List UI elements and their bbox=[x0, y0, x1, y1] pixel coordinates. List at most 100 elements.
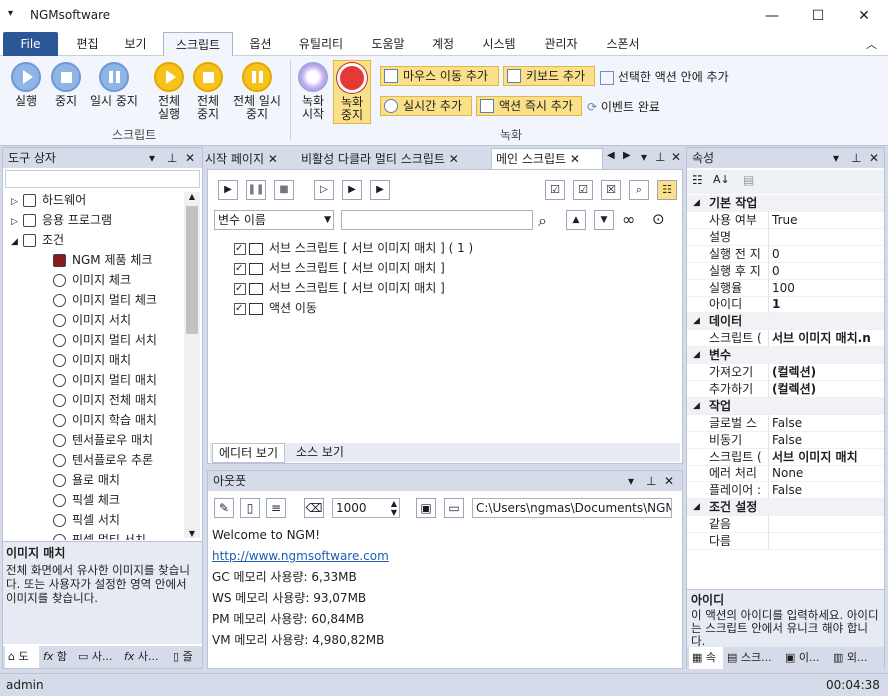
add-in-selected-button[interactable]: 선택한 액션 안에 추가 bbox=[600, 68, 729, 85]
tab-properties[interactable]: ▦ 속 bbox=[689, 647, 723, 669]
property-row[interactable]: 비동기 False bbox=[687, 431, 884, 449]
script-row[interactable]: ✓ 서브 스크립트 [ 서브 이미지 매치 ] bbox=[234, 278, 674, 298]
checkbox-checked-icon[interactable]: ✓ bbox=[234, 242, 246, 255]
toolbox-item[interactable]: 욜로 매치 bbox=[3, 470, 183, 490]
tab-external[interactable]: ▥ 외... bbox=[833, 647, 868, 669]
tab-multi-script[interactable]: 비활성 다클라 멀티 스크립트 ✕ bbox=[301, 149, 493, 169]
collapse-icon[interactable]: ◢ bbox=[693, 499, 700, 516]
toolbox-item[interactable]: 이미지 멀티 매치 bbox=[3, 370, 183, 390]
list-icon[interactable]: ≡ bbox=[266, 498, 286, 518]
close-icon[interactable]: ✕ bbox=[185, 148, 195, 168]
tab-source-view[interactable]: 소스 보기 bbox=[292, 443, 348, 461]
toolbox-item[interactable]: 픽셀 서치 bbox=[3, 510, 183, 530]
record-start-button[interactable]: 녹화 시작 bbox=[296, 62, 330, 121]
log-link[interactable]: http://www.ngmsoftware.com bbox=[212, 546, 672, 567]
property-row[interactable]: 가져오기 (컬렉션) bbox=[687, 364, 884, 381]
toolbox-item[interactable]: 이미지 서치 bbox=[3, 310, 183, 330]
toolbox-item[interactable]: 텐서플로우 추론 bbox=[3, 450, 183, 470]
realtime-add-button[interactable]: 실시간 추가 bbox=[380, 96, 472, 116]
tab-functions[interactable]: fx 함 bbox=[43, 646, 67, 668]
dropdown-icon[interactable]: ▾ bbox=[628, 471, 634, 491]
script-row[interactable]: ✓ 서브 스크립트 [ 서브 이미지 매치 ] ( 1 ) bbox=[234, 238, 674, 258]
tab-main-script[interactable]: 메인 스크립트 ✕ bbox=[491, 148, 603, 170]
categorized-icon[interactable]: ☷ bbox=[692, 173, 703, 187]
tab-sponsor[interactable]: 스폰서 bbox=[597, 32, 649, 56]
sort-az-icon[interactable]: A↓ bbox=[713, 173, 730, 186]
toolbox-scrollbar[interactable]: ▲ ▼ bbox=[184, 192, 200, 538]
property-row[interactable]: 실행율 100 bbox=[687, 279, 884, 297]
stop-button[interactable]: 중지 bbox=[48, 62, 84, 108]
tree-icon[interactable]: ☷ bbox=[657, 180, 677, 200]
property-row[interactable]: 스크립트 (서브 이미지 매치.n bbox=[687, 330, 884, 348]
tab-system[interactable]: 시스템 bbox=[473, 32, 525, 56]
mouse-move-add-button[interactable]: 마우스 이동 추가 bbox=[380, 66, 499, 86]
pause-icon[interactable]: ❚❚ bbox=[246, 180, 266, 200]
property-row[interactable]: 추가하기 (컬렉션) bbox=[687, 380, 884, 398]
system-menu-icon[interactable]: ▾ bbox=[8, 8, 13, 19]
dropdown-icon[interactable]: ▾ bbox=[149, 148, 155, 168]
toolbox-item[interactable]: 이미지 체크 bbox=[3, 270, 183, 290]
toolbox-item[interactable]: ◢ 조건 bbox=[3, 230, 183, 250]
toolbox-item[interactable]: 텐서플로우 매치 bbox=[3, 430, 183, 450]
property-row[interactable]: 글로벌 스 False bbox=[687, 414, 884, 432]
spin-icon[interactable]: ▲ ▼ bbox=[391, 499, 397, 517]
tab-toolbox[interactable]: ⌂ 도 bbox=[5, 646, 39, 668]
collapse-icon[interactable]: ◢ bbox=[693, 195, 700, 212]
run-all-button[interactable]: 전체 실행 bbox=[151, 62, 187, 121]
run-button[interactable]: 실행 bbox=[6, 62, 46, 108]
action-now-add-button[interactable]: 액션 즉시 추가 bbox=[476, 96, 582, 116]
property-row[interactable]: 에러 처리 None bbox=[687, 465, 884, 483]
checkbox-checked-icon[interactable]: ✓ bbox=[234, 282, 246, 295]
toolbox-item[interactable]: NGM 제품 체크 bbox=[3, 250, 183, 270]
property-row[interactable]: 실행 전 지0 bbox=[687, 245, 884, 263]
property-row[interactable]: 설명 bbox=[687, 228, 884, 246]
search-icon[interactable]: ⌕ bbox=[629, 180, 649, 200]
tab-utility[interactable]: 유틸리티 bbox=[288, 32, 354, 56]
property-row[interactable]: 아이디 1 bbox=[687, 296, 884, 314]
tab-images[interactable]: ▣ 이... bbox=[785, 647, 820, 669]
pause-button[interactable]: 일시 중지 bbox=[86, 62, 142, 108]
tab-list-icon[interactable]: ▾ bbox=[641, 150, 647, 164]
play-icon[interactable]: ▶ bbox=[218, 180, 238, 200]
tab-account[interactable]: 계정 bbox=[420, 32, 466, 56]
expand-icon[interactable]: ▷ bbox=[11, 192, 23, 212]
prev-icon[interactable]: ▲ bbox=[566, 210, 586, 230]
tab-help[interactable]: 도움말 bbox=[362, 32, 414, 56]
property-category[interactable]: ◢ 작업 bbox=[687, 397, 884, 415]
property-category[interactable]: ◢ 조건 설정 bbox=[687, 499, 884, 517]
property-row[interactable]: 플레이어 : False bbox=[687, 482, 884, 500]
property-category[interactable]: ◢ 데이터 bbox=[687, 313, 884, 331]
toolbox-item[interactable]: ▷ 하드웨어 bbox=[3, 190, 183, 210]
toolbox-item[interactable]: 이미지 매치 bbox=[3, 350, 183, 370]
keyboard-add-button[interactable]: 키보드 추가 bbox=[503, 66, 595, 86]
tab-user-2[interactable]: fx 사... bbox=[124, 646, 159, 668]
collapse-ribbon-icon[interactable]: ︿ bbox=[866, 36, 877, 52]
property-category[interactable]: ◢ 변수 bbox=[687, 347, 884, 365]
scroll-thumb[interactable] bbox=[186, 206, 198, 334]
close-tab-icon[interactable]: ✕ bbox=[570, 152, 580, 166]
toolbox-item[interactable]: 픽셀 멀티 서치 bbox=[3, 530, 183, 540]
step-into-icon[interactable]: ▶ bbox=[342, 180, 362, 200]
property-row[interactable]: 실행 후 지0 bbox=[687, 262, 884, 280]
variable-select[interactable]: 변수 이름 ▼ bbox=[214, 210, 334, 230]
scroll-down-icon[interactable]: ▼ bbox=[184, 529, 200, 538]
dropdown-icon[interactable]: ▾ bbox=[833, 148, 839, 168]
close-icon[interactable]: ✕ bbox=[664, 471, 674, 491]
collapse-icon[interactable]: ◢ bbox=[693, 398, 700, 415]
close-tab-icon[interactable]: ✕ bbox=[268, 152, 278, 166]
pin-icon[interactable]: ⊥ bbox=[167, 148, 177, 168]
tab-right-icon[interactable]: ▶ bbox=[623, 150, 631, 161]
uncheck-icon[interactable]: ☒ bbox=[601, 180, 621, 200]
tab-left-icon[interactable]: ◀ bbox=[607, 150, 615, 161]
event-done-button[interactable]: ⟳ 이벤트 완료 bbox=[587, 98, 660, 115]
clean-icon[interactable]: ✎ bbox=[214, 498, 234, 518]
toolbox-item[interactable]: 이미지 전체 매치 bbox=[3, 390, 183, 410]
property-row[interactable]: 스크립트 (서브 이미지 매치 bbox=[687, 448, 884, 466]
pin-icon[interactable]: ⊥ bbox=[646, 471, 656, 491]
property-row[interactable]: 같음 bbox=[687, 516, 884, 534]
pause-all-button[interactable]: 전체 일시 중지 bbox=[229, 62, 285, 121]
tab-user-1[interactable]: ▭ 사... bbox=[78, 646, 113, 668]
log-path-field[interactable]: C:\Users\ngmas\Documents\NGM6\ bbox=[472, 498, 672, 518]
script-row[interactable]: ✓ 서브 스크립트 [ 서브 이미지 매치 ] bbox=[234, 258, 674, 278]
tab-file[interactable]: File bbox=[3, 32, 58, 56]
